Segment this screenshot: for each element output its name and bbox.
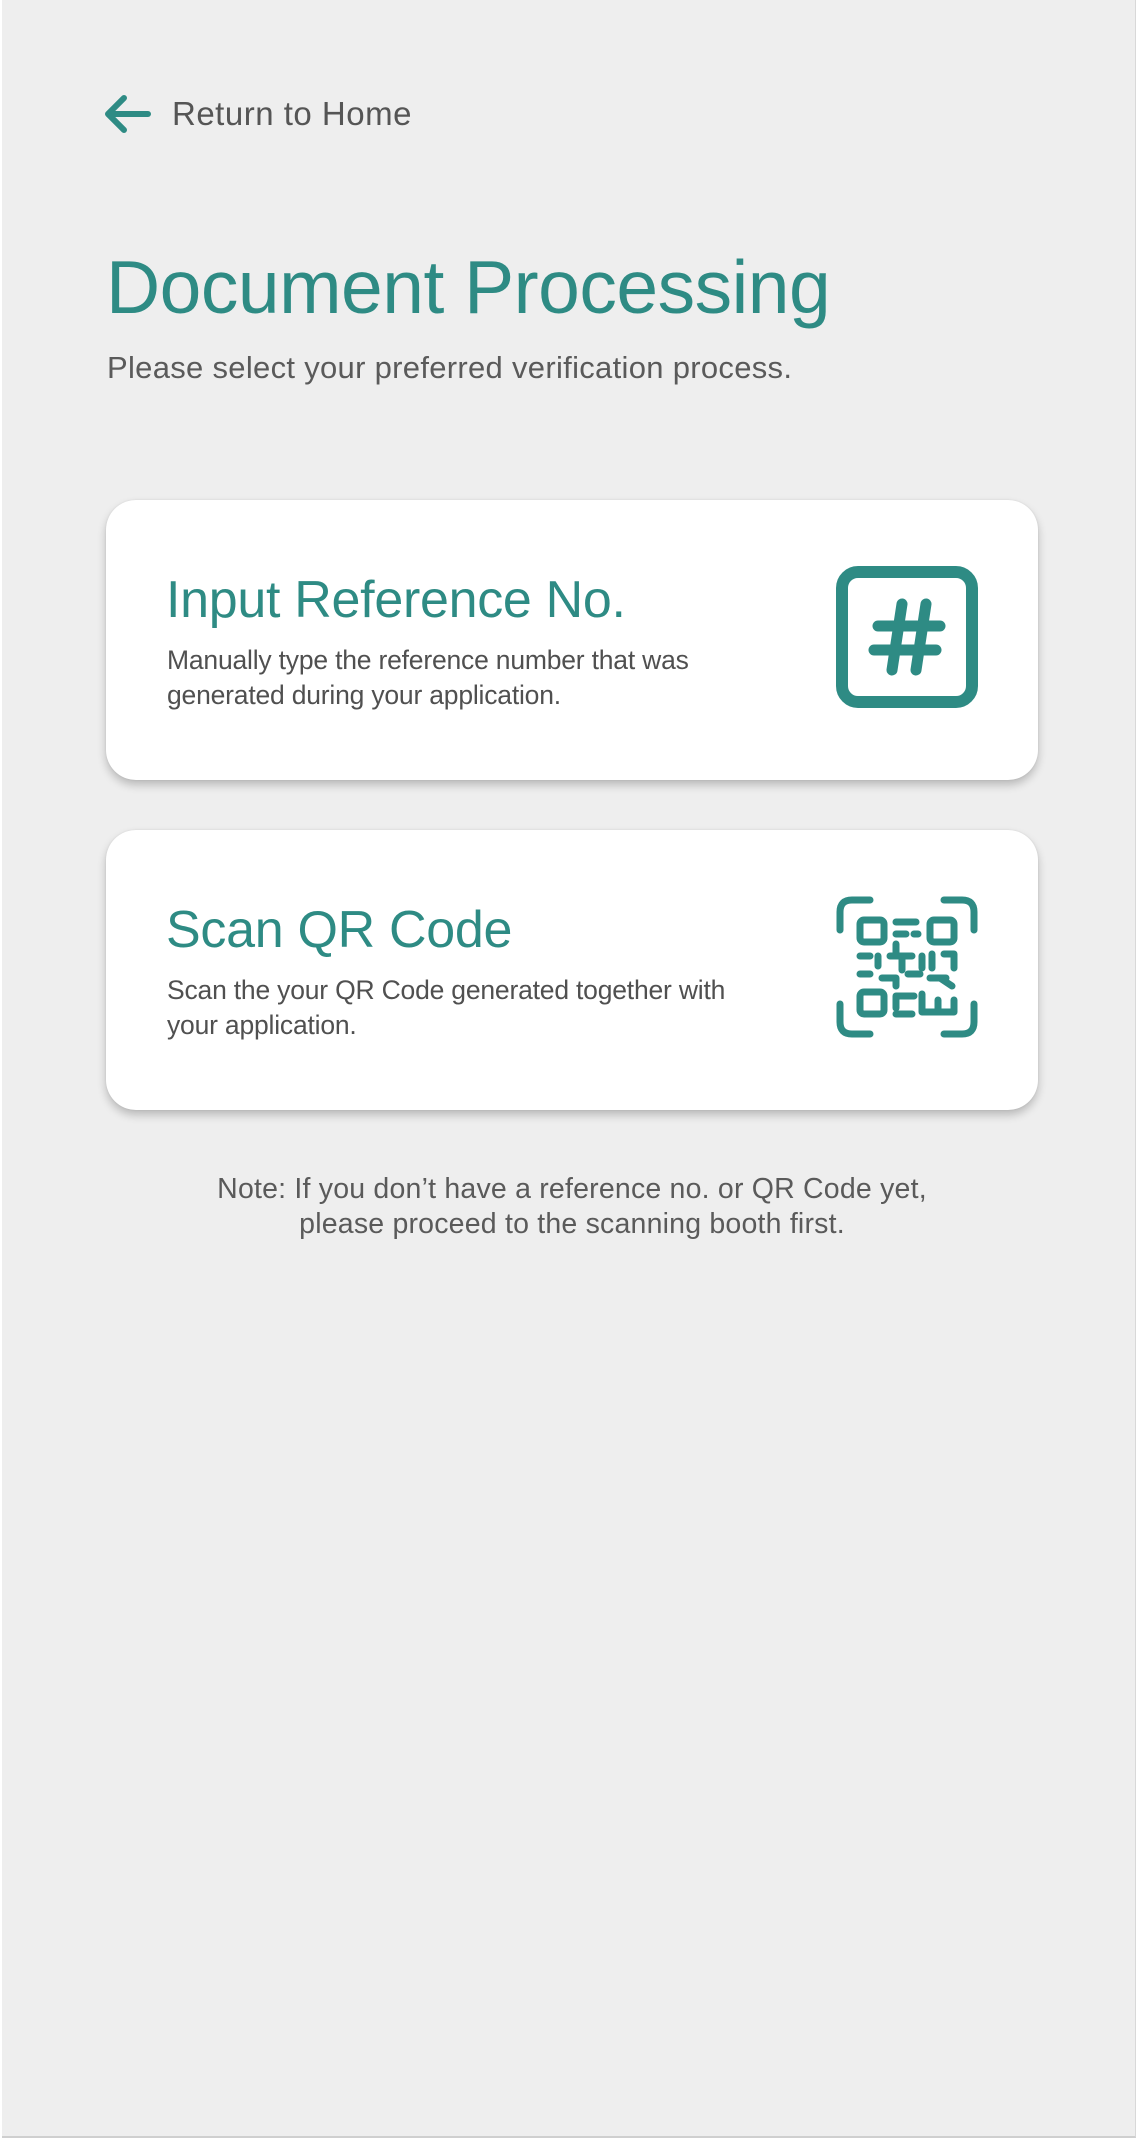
note-line-1: Note: If you don’t have a reference no. … (217, 1173, 927, 1205)
scan-qr-description: Scan the your QR Code generated together… (167, 975, 726, 1040)
return-home-link[interactable]: Return to Home (102, 94, 412, 134)
return-home-label: Return to Home (172, 95, 412, 132)
page-title: Document Processing (106, 245, 831, 329)
hash-icon (836, 566, 978, 708)
scan-qr-title: Scan QR Code (166, 901, 513, 959)
app-screen: Return to Home Document Processing Pleas… (2, 0, 1136, 2138)
qr-code-icon (836, 896, 978, 1038)
note-line-2: please proceed to the scanning booth fir… (299, 1208, 845, 1240)
note-text: Note: If you don’t have a reference no. … (106, 1172, 1038, 1242)
scan-qr-card[interactable]: Scan QR Code Scan the your QR Code gener… (106, 830, 1038, 1110)
page-subtitle: Please select your preferred verificatio… (107, 350, 793, 385)
arrow-left-icon (102, 94, 152, 134)
input-reference-card[interactable]: Input Reference No. Manually type the re… (106, 500, 1038, 780)
input-reference-description: Manually type the reference number that … (167, 645, 689, 710)
input-reference-title: Input Reference No. (166, 571, 626, 629)
